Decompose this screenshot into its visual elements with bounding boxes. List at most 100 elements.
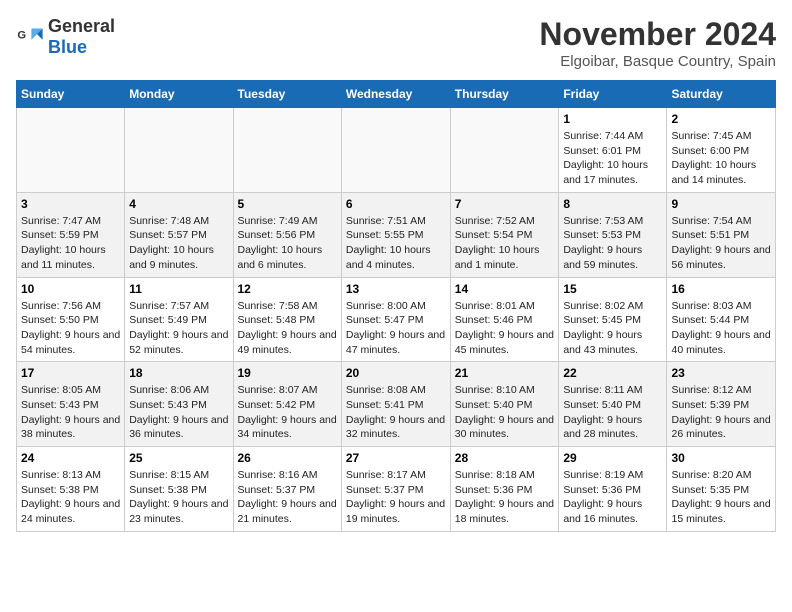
- calendar-day-cell: [450, 108, 559, 193]
- calendar-day-cell: 22 Sunrise: 8:11 AM Sunset: 5:40 PM Dayli…: [559, 362, 667, 447]
- calendar-day-cell: 20 Sunrise: 8:08 AM Sunset: 5:41 PM Dayli…: [341, 362, 450, 447]
- calendar-day-cell: 5Sunrise: 7:49 AM Sunset: 5:56 PM Daylig…: [233, 192, 341, 277]
- day-info: Sunrise: 7:58 AM Sunset: 5:48 PM Dayligh…: [238, 299, 337, 358]
- calendar-day-cell: 16Sunrise: 8:03 AM Sunset: 5:44 PM Dayli…: [667, 277, 776, 362]
- day-info: Sunrise: 7:47 AM Sunset: 5:59 PM Dayligh…: [21, 214, 120, 273]
- day-number: 11: [129, 282, 228, 296]
- day-info: Sunrise: 7:44 AM Sunset: 6:01 PM Dayligh…: [563, 129, 662, 188]
- calendar-day-cell: 14Sunrise: 8:01 AM Sunset: 5:46 PM Dayli…: [450, 277, 559, 362]
- day-info: Sunrise: 8:06 AM Sunset: 5:43 PM Dayligh…: [129, 383, 228, 442]
- calendar-week-row: 17 Sunrise: 8:05 AM Sunset: 5:43 PM Dayli…: [17, 362, 776, 447]
- day-info: Sunrise: 8:00 AM Sunset: 5:47 PM Dayligh…: [346, 299, 446, 358]
- day-info: Sunrise: 7:48 AM Sunset: 5:57 PM Dayligh…: [129, 214, 228, 273]
- day-number: 9: [671, 197, 771, 211]
- calendar-day-cell: 13 Sunrise: 8:00 AM Sunset: 5:47 PM Dayli…: [341, 277, 450, 362]
- day-info: Sunrise: 8:10 AM Sunset: 5:40 PM Dayligh…: [455, 383, 555, 442]
- calendar-week-row: 3Sunrise: 7:47 AM Sunset: 5:59 PM Daylig…: [17, 192, 776, 277]
- day-info: Sunrise: 7:54 AM Sunset: 5:51 PM Dayligh…: [671, 214, 771, 273]
- calendar-day-cell: 29 Sunrise: 8:19 AM Sunset: 5:36 PM Dayli…: [559, 447, 667, 532]
- day-info: Sunrise: 7:57 AM Sunset: 5:49 PM Dayligh…: [129, 299, 228, 358]
- day-number: 8: [563, 197, 662, 211]
- day-number: 25: [129, 451, 228, 465]
- weekday-header: Tuesday: [233, 81, 341, 108]
- calendar-week-row: 24 Sunrise: 8:13 AM Sunset: 5:38 PM Dayli…: [17, 447, 776, 532]
- weekday-header: Wednesday: [341, 81, 450, 108]
- day-number: 19: [238, 366, 337, 380]
- calendar-day-cell: 6 Sunrise: 7:51 AM Sunset: 5:55 PM Daylig…: [341, 192, 450, 277]
- calendar-day-cell: [341, 108, 450, 193]
- day-info: Sunrise: 7:45 AM Sunset: 6:00 PM Dayligh…: [671, 129, 771, 188]
- calendar-week-row: 10 Sunrise: 7:56 AM Sunset: 5:50 PM Dayli…: [17, 277, 776, 362]
- calendar-day-cell: [125, 108, 233, 193]
- day-info: Sunrise: 8:11 AM Sunset: 5:40 PM Dayligh…: [563, 383, 662, 442]
- calendar-day-cell: 21 Sunrise: 8:10 AM Sunset: 5:40 PM Dayli…: [450, 362, 559, 447]
- calendar-day-cell: 11 Sunrise: 7:57 AM Sunset: 5:49 PM Dayli…: [125, 277, 233, 362]
- day-info: Sunrise: 8:16 AM Sunset: 5:37 PM Dayligh…: [238, 468, 337, 527]
- day-number: 24: [21, 451, 120, 465]
- calendar-day-cell: 25 Sunrise: 8:15 AM Sunset: 5:38 PM Dayli…: [125, 447, 233, 532]
- day-number: 21: [455, 366, 555, 380]
- calendar-day-cell: 2 Sunrise: 7:45 AM Sunset: 6:00 PM Daylig…: [667, 108, 776, 193]
- day-info: Sunrise: 8:19 AM Sunset: 5:36 PM Dayligh…: [563, 468, 662, 527]
- calendar-day-cell: 18 Sunrise: 8:06 AM Sunset: 5:43 PM Dayli…: [125, 362, 233, 447]
- calendar-week-row: 1 Sunrise: 7:44 AM Sunset: 6:01 PM Daylig…: [17, 108, 776, 193]
- day-number: 6: [346, 197, 446, 211]
- day-info: Sunrise: 8:20 AM Sunset: 5:35 PM Dayligh…: [671, 468, 771, 527]
- weekday-header: Friday: [559, 81, 667, 108]
- day-info: Sunrise: 8:15 AM Sunset: 5:38 PM Dayligh…: [129, 468, 228, 527]
- day-number: 10: [21, 282, 120, 296]
- weekday-header: Sunday: [17, 81, 125, 108]
- day-info: Sunrise: 8:05 AM Sunset: 5:43 PM Dayligh…: [21, 383, 120, 442]
- day-info: Sunrise: 8:07 AM Sunset: 5:42 PM Dayligh…: [238, 383, 337, 442]
- day-number: 17: [21, 366, 120, 380]
- day-number: 23: [671, 366, 771, 380]
- day-number: 18: [129, 366, 228, 380]
- day-number: 1: [563, 112, 662, 126]
- day-number: 16: [671, 282, 771, 296]
- subtitle: Elgoibar, Basque Country, Spain: [539, 53, 776, 70]
- day-info: Sunrise: 7:52 AM Sunset: 5:54 PM Dayligh…: [455, 214, 555, 273]
- day-number: 29: [563, 451, 662, 465]
- weekday-header: Monday: [125, 81, 233, 108]
- day-number: 27: [346, 451, 446, 465]
- day-number: 2: [671, 112, 771, 126]
- calendar-day-cell: 4Sunrise: 7:48 AM Sunset: 5:57 PM Daylig…: [125, 192, 233, 277]
- day-number: 20: [346, 366, 446, 380]
- day-info: Sunrise: 8:08 AM Sunset: 5:41 PM Dayligh…: [346, 383, 446, 442]
- day-info: Sunrise: 8:13 AM Sunset: 5:38 PM Dayligh…: [21, 468, 120, 527]
- day-info: Sunrise: 7:56 AM Sunset: 5:50 PM Dayligh…: [21, 299, 120, 358]
- main-title: November 2024: [539, 16, 776, 53]
- day-number: 28: [455, 451, 555, 465]
- page-header: G General Blue November 2024 Elgoibar, B…: [16, 16, 776, 70]
- day-info: Sunrise: 7:51 AM Sunset: 5:55 PM Dayligh…: [346, 214, 446, 273]
- weekday-header: Thursday: [450, 81, 559, 108]
- calendar-day-cell: 12Sunrise: 7:58 AM Sunset: 5:48 PM Dayli…: [233, 277, 341, 362]
- calendar-day-cell: 23 Sunrise: 8:12 AM Sunset: 5:39 PM Dayli…: [667, 362, 776, 447]
- logo: G General Blue: [16, 16, 115, 58]
- day-info: Sunrise: 8:18 AM Sunset: 5:36 PM Dayligh…: [455, 468, 555, 527]
- day-info: Sunrise: 8:12 AM Sunset: 5:39 PM Dayligh…: [671, 383, 771, 442]
- calendar-day-cell: 15Sunrise: 8:02 AM Sunset: 5:45 PM Dayli…: [559, 277, 667, 362]
- calendar-header-row: SundayMondayTuesdayWednesdayThursdayFrid…: [17, 81, 776, 108]
- day-number: 13: [346, 282, 446, 296]
- calendar-day-cell: 1 Sunrise: 7:44 AM Sunset: 6:01 PM Daylig…: [559, 108, 667, 193]
- calendar-table: SundayMondayTuesdayWednesdayThursdayFrid…: [16, 80, 776, 532]
- day-number: 26: [238, 451, 337, 465]
- svg-text:G: G: [17, 29, 26, 41]
- day-number: 7: [455, 197, 555, 211]
- calendar-day-cell: [233, 108, 341, 193]
- calendar-day-cell: 3Sunrise: 7:47 AM Sunset: 5:59 PM Daylig…: [17, 192, 125, 277]
- day-number: 30: [671, 451, 771, 465]
- day-number: 22: [563, 366, 662, 380]
- logo-icon: G: [16, 23, 44, 51]
- calendar-day-cell: 26 Sunrise: 8:16 AM Sunset: 5:37 PM Dayli…: [233, 447, 341, 532]
- calendar-day-cell: 24 Sunrise: 8:13 AM Sunset: 5:38 PM Dayli…: [17, 447, 125, 532]
- calendar-day-cell: 10 Sunrise: 7:56 AM Sunset: 5:50 PM Dayli…: [17, 277, 125, 362]
- calendar-day-cell: [17, 108, 125, 193]
- day-info: Sunrise: 7:53 AM Sunset: 5:53 PM Dayligh…: [563, 214, 662, 273]
- calendar-day-cell: 19 Sunrise: 8:07 AM Sunset: 5:42 PM Dayli…: [233, 362, 341, 447]
- day-info: Sunrise: 8:17 AM Sunset: 5:37 PM Dayligh…: [346, 468, 446, 527]
- calendar-day-cell: 28 Sunrise: 8:18 AM Sunset: 5:36 PM Dayli…: [450, 447, 559, 532]
- calendar-day-cell: 17 Sunrise: 8:05 AM Sunset: 5:43 PM Dayli…: [17, 362, 125, 447]
- day-info: Sunrise: 8:02 AM Sunset: 5:45 PM Dayligh…: [563, 299, 662, 358]
